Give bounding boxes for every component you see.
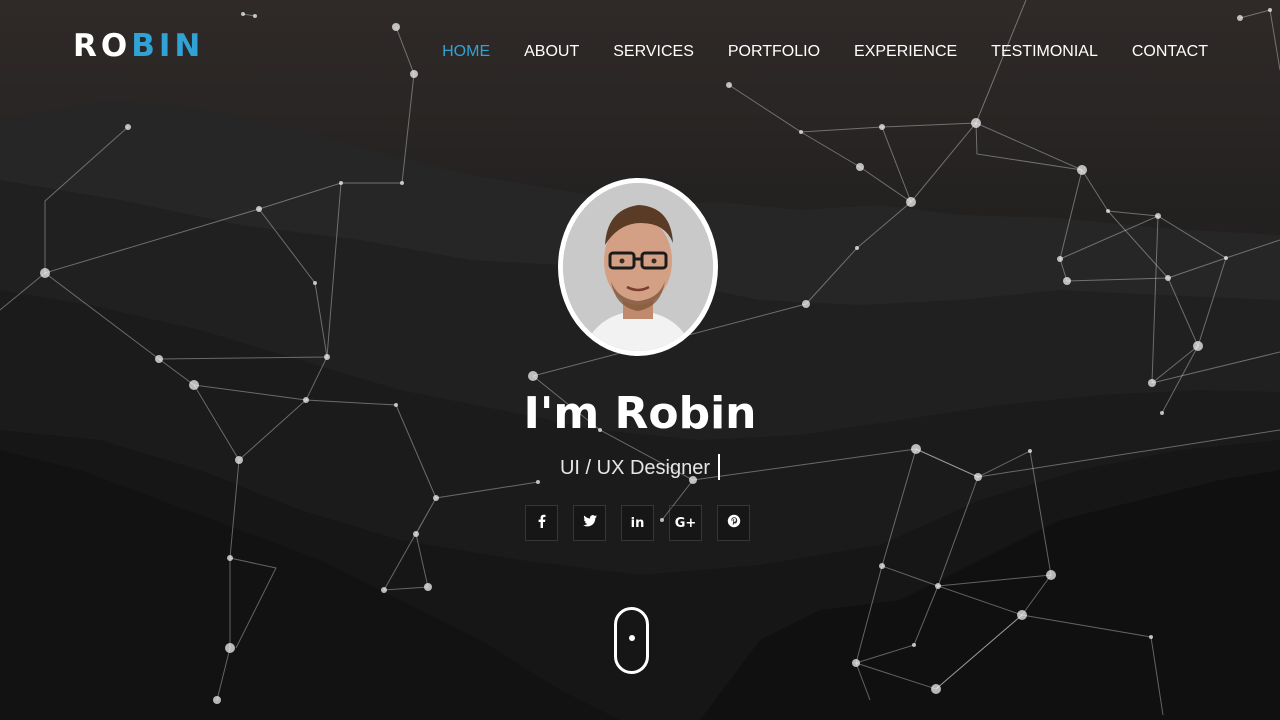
profile-photo bbox=[563, 183, 713, 351]
logo-part-1: RO bbox=[73, 28, 132, 64]
avatar bbox=[558, 178, 718, 356]
hero-subtitle: UI / UX Designer bbox=[559, 457, 711, 479]
social-links: in G+ bbox=[525, 505, 750, 541]
logo-part-2: BIN bbox=[131, 28, 205, 64]
nav-item-services[interactable]: SERVICES bbox=[613, 42, 694, 62]
facebook-icon bbox=[536, 514, 548, 532]
nav-item-experience[interactable]: EXPERIENCE bbox=[854, 42, 957, 62]
google-plus-icon: G+ bbox=[674, 515, 697, 531]
twitter-button[interactable] bbox=[573, 505, 606, 541]
pinterest-button[interactable] bbox=[717, 505, 750, 541]
logo[interactable]: ROBIN bbox=[73, 28, 204, 64]
main-nav: HOME ABOUT SERVICES PORTFOLIO EXPERIENCE… bbox=[408, 42, 1208, 62]
hero-title: I'm Robin bbox=[523, 388, 757, 439]
linkedin-button[interactable]: in bbox=[621, 505, 654, 541]
hero-subtitle-wrap: UI / UX Designer bbox=[0, 453, 1280, 482]
google-plus-button[interactable]: G+ bbox=[669, 505, 702, 541]
facebook-button[interactable] bbox=[525, 505, 558, 541]
nav-item-about[interactable]: ABOUT bbox=[524, 42, 579, 62]
twitter-icon bbox=[582, 515, 597, 531]
nav-item-home[interactable]: HOME bbox=[442, 42, 490, 62]
pinterest-icon bbox=[727, 514, 741, 532]
nav-item-testimonial[interactable]: TESTIMONIAL bbox=[991, 42, 1098, 62]
navbar: ROBIN HOME ABOUT SERVICES PORTFOLIO EXPE… bbox=[0, 0, 1280, 104]
nav-item-contact[interactable]: CONTACT bbox=[1132, 42, 1208, 62]
hero-section: ROBIN HOME ABOUT SERVICES PORTFOLIO EXPE… bbox=[0, 0, 1280, 720]
scroll-down-icon[interactable] bbox=[614, 607, 649, 674]
scroll-wheel bbox=[629, 635, 635, 641]
nav-item-portfolio[interactable]: PORTFOLIO bbox=[728, 42, 820, 62]
typing-cursor bbox=[718, 453, 721, 480]
linkedin-icon: in bbox=[630, 515, 645, 531]
